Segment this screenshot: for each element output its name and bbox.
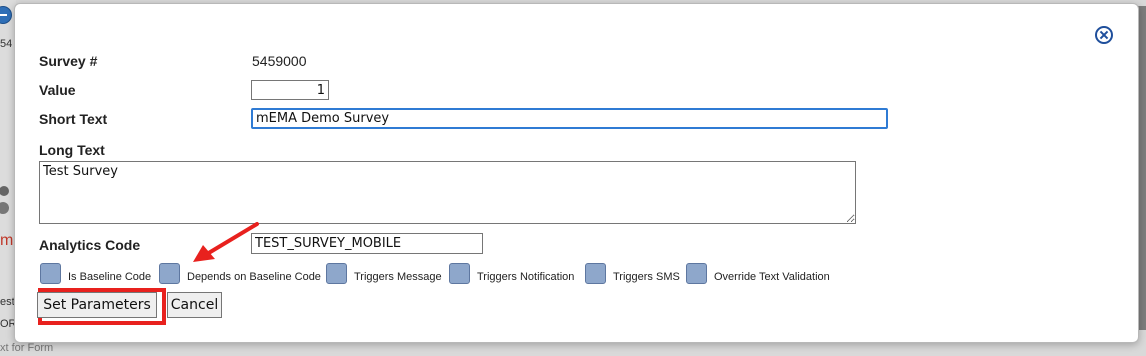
override-text-validation-label: Override Text Validation <box>714 271 830 283</box>
annotation-arrow-icon <box>193 222 259 262</box>
value-label: Value <box>39 82 76 98</box>
user-icon <box>0 186 10 220</box>
triggers-notification-checkbox[interactable] <box>449 263 470 284</box>
triggers-notification-label: Triggers Notification <box>477 271 575 283</box>
analytics-code-input[interactable] <box>251 233 483 254</box>
background-red-text: m <box>0 232 14 249</box>
short-text-input[interactable] <box>251 108 888 129</box>
background-text: est <box>0 296 15 308</box>
long-text-label: Long Text <box>39 142 105 158</box>
short-text-label: Short Text <box>39 111 108 127</box>
analytics-code-label: Analytics Code <box>39 237 141 253</box>
set-parameters-button[interactable]: Set Parameters <box>37 292 157 318</box>
background-text: xt for Form <box>0 342 54 354</box>
close-icon[interactable] <box>1095 26 1113 44</box>
depends-on-baseline-code-label: Depends on Baseline Code <box>187 271 321 283</box>
is-baseline-code-label: Is Baseline Code <box>68 271 152 283</box>
override-text-validation-checkbox[interactable] <box>686 263 707 284</box>
triggers-sms-checkbox[interactable] <box>585 263 606 284</box>
triggers-message-checkbox[interactable] <box>326 263 347 284</box>
is-baseline-code-checkbox[interactable] <box>40 263 61 284</box>
value-input[interactable] <box>251 80 329 100</box>
triggers-sms-label: Triggers SMS <box>613 271 680 283</box>
depends-on-baseline-code-checkbox[interactable] <box>159 263 180 284</box>
survey-number-label: Survey # <box>39 53 98 69</box>
background-text: 54 <box>0 38 13 50</box>
cancel-button[interactable]: Cancel <box>167 292 222 318</box>
survey-parameters-dialog: Survey # 5459000 Value Short Text Long T… <box>14 3 1139 343</box>
triggers-message-label: Triggers Message <box>354 271 442 283</box>
survey-number-value: 5459000 <box>252 53 307 69</box>
long-text-textarea[interactable]: Test Survey <box>39 161 856 224</box>
